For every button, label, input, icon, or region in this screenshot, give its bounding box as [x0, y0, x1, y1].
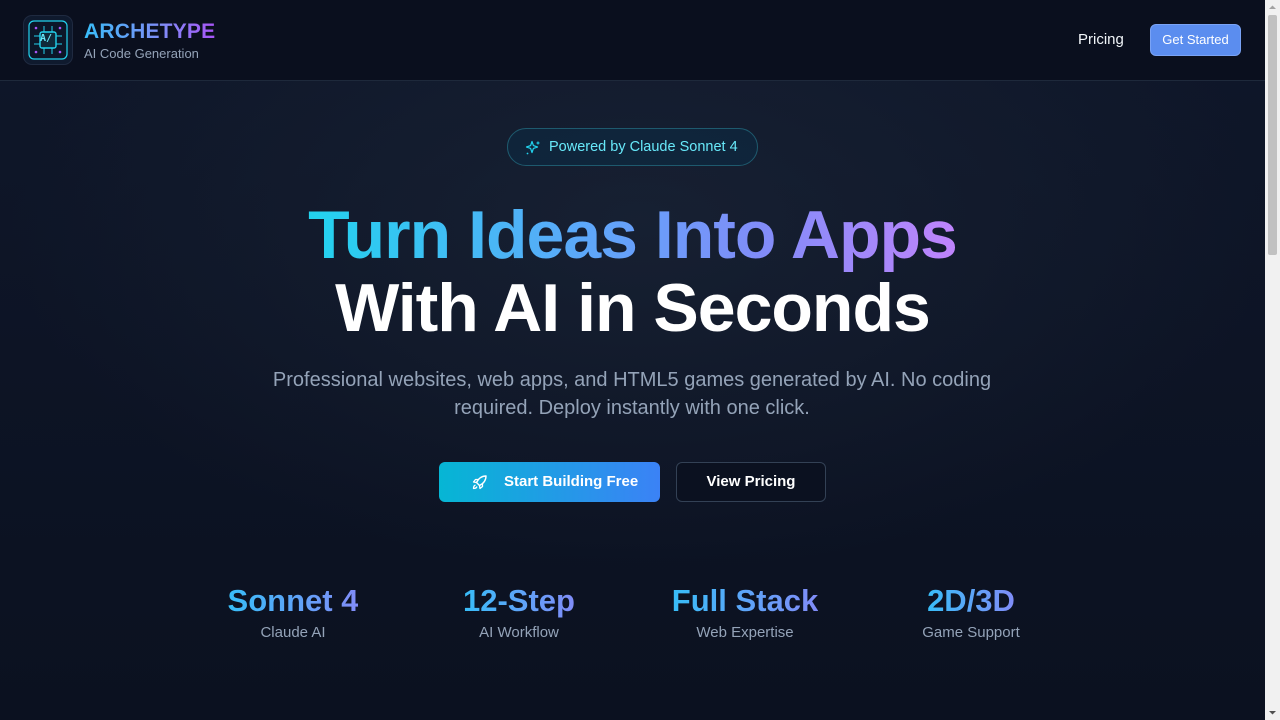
stat-value: Sonnet 4: [227, 583, 359, 618]
site-header: A/ ARCHETYPE AI Code Generation Pricing …: [0, 0, 1265, 81]
headline-line-2: With AI in Seconds: [335, 270, 931, 346]
stat-value: 2D/3D: [927, 583, 1015, 618]
logo-glyph: A/: [40, 33, 53, 44]
headline-line-1-text: Turn Ideas Into Apps: [308, 197, 958, 273]
vertical-scrollbar[interactable]: [1265, 0, 1280, 720]
stat-label: AI Workflow: [479, 624, 559, 641]
rocket-icon: [472, 475, 487, 490]
hero-subtitle: Professional websites, web apps, and HTM…: [272, 369, 992, 419]
get-started-button[interactable]: Get Started: [1150, 24, 1241, 56]
scroll-up-arrow-icon[interactable]: [1265, 0, 1280, 15]
brand-name[interactable]: ARCHETYPE: [84, 20, 215, 44]
start-building-label: Start Building Free: [504, 473, 639, 490]
stat-value: 12-Step: [463, 583, 575, 618]
headline-line-1: Turn Ideas Into Apps: [0, 195, 1265, 275]
view-pricing-button[interactable]: View Pricing: [676, 462, 826, 502]
start-building-button[interactable]: Start Building Free: [439, 462, 660, 502]
landing-page: A/ ARCHETYPE AI Code Generation Pricing …: [0, 0, 1265, 720]
stat-games: 2D/3D Game Support: [871, 582, 1071, 641]
stat-label: Game Support: [922, 624, 1020, 641]
stat-model: Sonnet 4 Claude AI: [193, 582, 393, 641]
stat-label: Web Expertise: [696, 624, 794, 641]
scrollbar-thumb[interactable]: [1268, 15, 1277, 255]
logo[interactable]: A/: [24, 16, 72, 64]
nav-link-pricing[interactable]: Pricing: [1078, 31, 1124, 48]
stat-workflow: 12-Step AI Workflow: [419, 582, 619, 641]
powered-by-badge: Powered by Claude Sonnet 4: [507, 128, 758, 166]
scroll-down-arrow-icon[interactable]: [1265, 705, 1280, 720]
sparkle-icon: [525, 140, 540, 155]
stat-stack: Full Stack Web Expertise: [645, 582, 845, 641]
stat-value: Full Stack: [671, 583, 819, 618]
badge-text: Powered by Claude Sonnet 4: [549, 139, 738, 155]
stat-label: Claude AI: [260, 624, 326, 641]
brand-tagline: AI Code Generation: [84, 46, 199, 61]
